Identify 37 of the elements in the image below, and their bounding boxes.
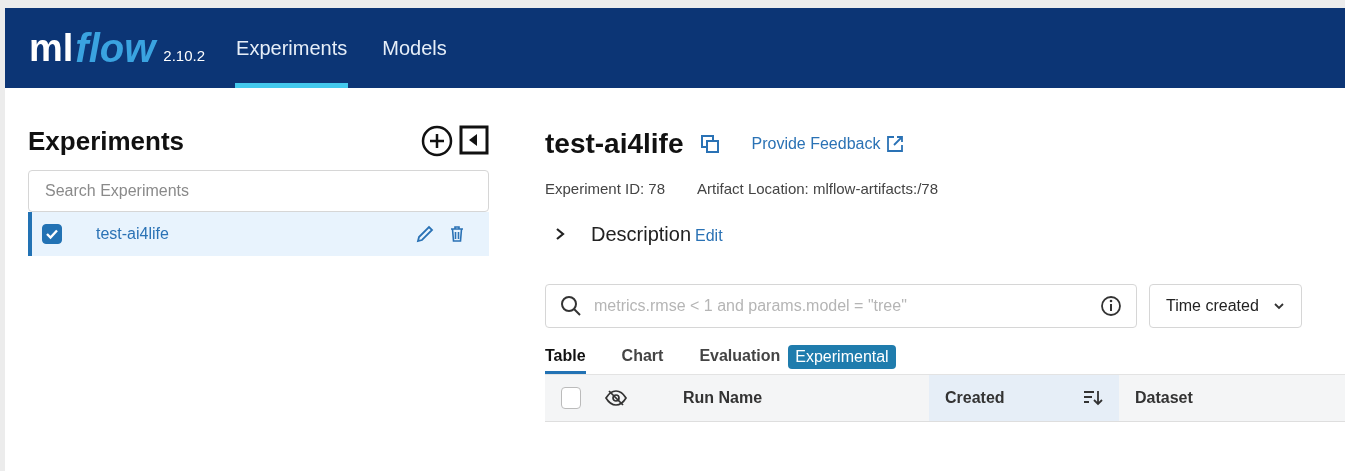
experiment-item[interactable]: test-ai4life	[28, 212, 489, 256]
sidebar-title: Experiments	[28, 125, 185, 157]
trash-icon[interactable]	[449, 225, 465, 243]
column-header[interactable]: Created	[945, 389, 1005, 407]
feedback-link[interactable]: Provide Feedback	[751, 135, 905, 153]
eye-slash-icon[interactable]	[605, 389, 627, 407]
checkbox[interactable]	[42, 224, 62, 244]
run-search-box[interactable]: metrics.rmse < 1 and params.model = "tree"	[545, 284, 1137, 328]
edit-link[interactable]: Edit	[695, 227, 723, 245]
sort-icon[interactable]	[1083, 389, 1103, 407]
column-header[interactable]: Dataset	[1135, 389, 1193, 407]
artifact-location: Artifact Location: mlflow-artifacts:/78	[697, 180, 938, 197]
column-header[interactable]: Run Name	[683, 389, 763, 407]
copy-icon[interactable]	[699, 134, 720, 154]
nav-tab[interactable]: Models	[381, 8, 448, 88]
experimental-badge: Experimental	[788, 345, 896, 369]
external-link-icon[interactable]	[886, 135, 905, 153]
experiment-name: test-ai4life	[96, 225, 170, 243]
logo-text: ml	[29, 26, 74, 70]
experiment-title: test-ai4life	[545, 128, 684, 160]
version-label: 2.10.2	[163, 46, 206, 64]
sort-dropdown[interactable]: Time created	[1149, 284, 1302, 328]
collapse-icon[interactable]	[459, 125, 489, 155]
experiment-id: Experiment ID: 78	[545, 180, 666, 197]
caret-icon	[1272, 300, 1285, 312]
view-tab[interactable]: Chart	[621, 340, 664, 374]
add-icon[interactable]	[421, 125, 453, 157]
description-label: Description	[591, 223, 692, 246]
logo-text: flow	[75, 25, 156, 71]
nav-tab[interactable]: Experiments	[235, 8, 349, 88]
search-icon	[560, 295, 582, 317]
check-icon	[45, 227, 59, 241]
select-all-checkbox[interactable]	[561, 387, 581, 409]
view-tab[interactable]: Evaluation	[699, 340, 781, 374]
pencil-icon[interactable]	[415, 224, 435, 244]
info-icon[interactable]	[1100, 295, 1122, 317]
search-field[interactable]: Search Experiments	[28, 170, 489, 212]
